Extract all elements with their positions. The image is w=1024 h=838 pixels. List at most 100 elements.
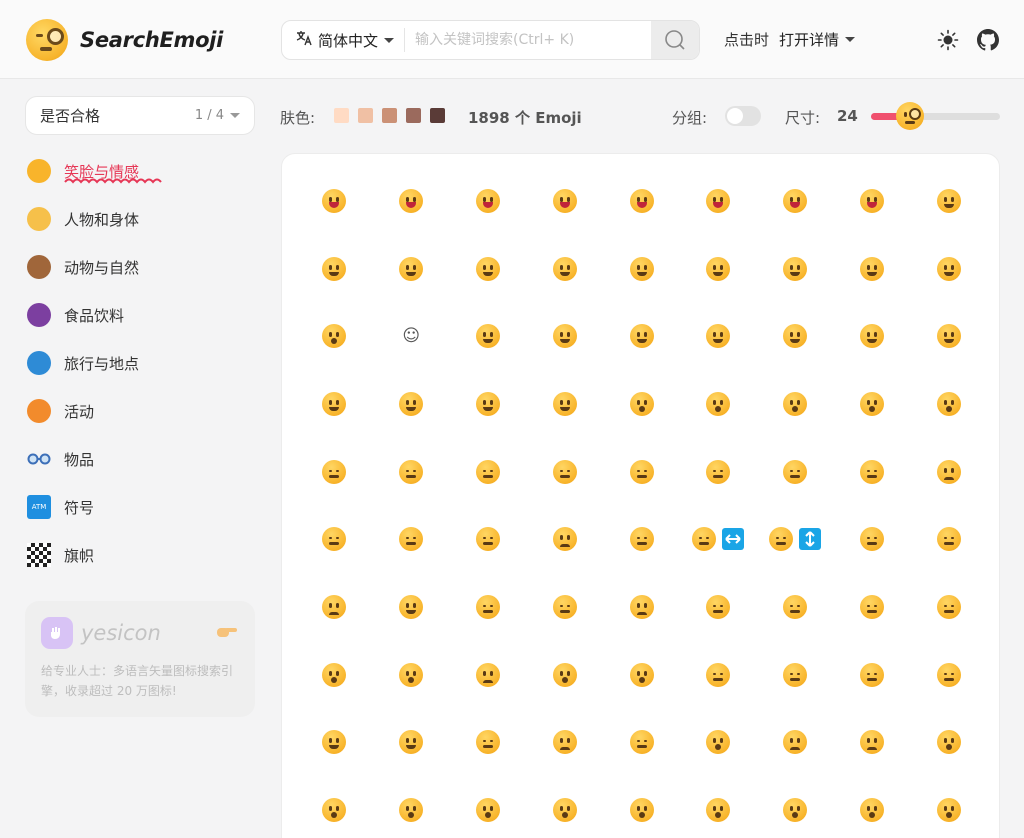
- emoji-cell[interactable]: [450, 641, 527, 709]
- emoji-cell[interactable]: [526, 709, 603, 777]
- sidebar-category-item[interactable]: ATM 符号: [27, 483, 257, 531]
- emoji-cell[interactable]: [757, 505, 834, 573]
- emoji-cell[interactable]: [757, 438, 834, 506]
- emoji-cell[interactable]: [757, 573, 834, 641]
- emoji-cell[interactable]: [373, 776, 450, 838]
- emoji-cell[interactable]: [450, 709, 527, 777]
- emoji-cell[interactable]: [834, 370, 911, 438]
- emoji-cell[interactable]: [680, 776, 757, 838]
- emoji-cell[interactable]: [373, 370, 450, 438]
- emoji-cell[interactable]: [603, 641, 680, 709]
- emoji-cell[interactable]: [603, 505, 680, 573]
- logo[interactable]: SearchEmoji: [26, 19, 223, 61]
- emoji-cell[interactable]: ☺: [373, 302, 450, 370]
- emoji-cell[interactable]: [757, 776, 834, 838]
- size-slider[interactable]: [871, 113, 1000, 120]
- search-input[interactable]: [405, 21, 651, 59]
- sidebar-category-item[interactable]: 笑脸与情感: [27, 147, 257, 195]
- emoji-cell[interactable]: [296, 505, 373, 573]
- sidebar-category-item[interactable]: 食品饮料: [27, 291, 257, 339]
- emoji-cell[interactable]: [296, 370, 373, 438]
- emoji-cell[interactable]: [680, 167, 757, 235]
- emoji-cell[interactable]: [450, 776, 527, 838]
- emoji-cell[interactable]: [757, 302, 834, 370]
- emoji-cell[interactable]: [680, 641, 757, 709]
- emoji-cell[interactable]: [603, 573, 680, 641]
- emoji-cell[interactable]: [526, 505, 603, 573]
- sidebar-category-item[interactable]: 动物与自然: [27, 243, 257, 291]
- emoji-cell[interactable]: [680, 573, 757, 641]
- emoji-cell[interactable]: [910, 438, 987, 506]
- sidebar-category-item[interactable]: 旅行与地点: [27, 339, 257, 387]
- emoji-cell[interactable]: [296, 776, 373, 838]
- emoji-cell[interactable]: [834, 505, 911, 573]
- emoji-cell[interactable]: [373, 167, 450, 235]
- emoji-cell[interactable]: [450, 235, 527, 303]
- emoji-cell[interactable]: [296, 302, 373, 370]
- skin-tone-swatch[interactable]: [334, 108, 349, 123]
- skin-tone-swatch[interactable]: [382, 108, 397, 123]
- emoji-cell[interactable]: [757, 235, 834, 303]
- language-select[interactable]: 简体中文: [282, 28, 406, 52]
- emoji-cell[interactable]: [910, 776, 987, 838]
- emoji-cell[interactable]: [680, 370, 757, 438]
- size-slider-thumb[interactable]: [896, 102, 924, 130]
- emoji-cell[interactable]: [910, 709, 987, 777]
- emoji-cell[interactable]: [910, 167, 987, 235]
- emoji-cell[interactable]: [296, 235, 373, 303]
- group-toggle[interactable]: [725, 106, 761, 126]
- emoji-cell[interactable]: [526, 573, 603, 641]
- sidebar-category-item[interactable]: 活动: [27, 387, 257, 435]
- skin-tone-swatch[interactable]: [430, 108, 445, 123]
- emoji-cell[interactable]: [373, 573, 450, 641]
- emoji-cell[interactable]: [834, 709, 911, 777]
- emoji-cell[interactable]: [296, 641, 373, 709]
- emoji-cell[interactable]: [603, 438, 680, 506]
- emoji-cell[interactable]: [526, 302, 603, 370]
- emoji-cell[interactable]: [757, 370, 834, 438]
- emoji-cell[interactable]: [373, 235, 450, 303]
- sidebar-category-item[interactable]: 人物和身体: [27, 195, 257, 243]
- emoji-cell[interactable]: [373, 438, 450, 506]
- emoji-cell[interactable]: [296, 709, 373, 777]
- emoji-cell[interactable]: [910, 505, 987, 573]
- emoji-cell[interactable]: [910, 235, 987, 303]
- emoji-cell[interactable]: [450, 505, 527, 573]
- emoji-cell[interactable]: [834, 302, 911, 370]
- yesicon-ad-card[interactable]: yesicon 给专业人士：多语言矢量图标搜索引擎，收录超过 20 万图标!: [25, 601, 255, 717]
- emoji-cell[interactable]: [603, 235, 680, 303]
- emoji-cell[interactable]: [910, 302, 987, 370]
- emoji-cell[interactable]: [296, 438, 373, 506]
- skin-tone-swatch[interactable]: [358, 108, 373, 123]
- emoji-cell[interactable]: [526, 167, 603, 235]
- emoji-cell[interactable]: [910, 370, 987, 438]
- theme-toggle-button[interactable]: [937, 29, 959, 51]
- emoji-cell[interactable]: [603, 370, 680, 438]
- search-button[interactable]: [651, 21, 699, 59]
- emoji-cell[interactable]: [296, 167, 373, 235]
- emoji-cell[interactable]: [910, 573, 987, 641]
- emoji-cell[interactable]: [526, 641, 603, 709]
- emoji-cell[interactable]: [373, 641, 450, 709]
- github-link[interactable]: [977, 29, 999, 51]
- emoji-cell[interactable]: [450, 370, 527, 438]
- click-mode-select[interactable]: 点击时 打开详情: [724, 29, 856, 50]
- emoji-cell[interactable]: [603, 167, 680, 235]
- emoji-cell[interactable]: [450, 573, 527, 641]
- sidebar-category-item[interactable]: 物品: [27, 435, 257, 483]
- emoji-cell[interactable]: [834, 573, 911, 641]
- emoji-cell[interactable]: [757, 641, 834, 709]
- emoji-cell[interactable]: [450, 302, 527, 370]
- emoji-cell[interactable]: [757, 709, 834, 777]
- emoji-cell[interactable]: [603, 302, 680, 370]
- emoji-cell[interactable]: [680, 438, 757, 506]
- emoji-cell[interactable]: [910, 641, 987, 709]
- emoji-cell[interactable]: [450, 438, 527, 506]
- emoji-cell[interactable]: [603, 709, 680, 777]
- emoji-cell[interactable]: [834, 438, 911, 506]
- emoji-cell[interactable]: [373, 709, 450, 777]
- emoji-cell[interactable]: [680, 505, 757, 573]
- emoji-cell[interactable]: [834, 776, 911, 838]
- emoji-cell[interactable]: [526, 370, 603, 438]
- emoji-cell[interactable]: [680, 302, 757, 370]
